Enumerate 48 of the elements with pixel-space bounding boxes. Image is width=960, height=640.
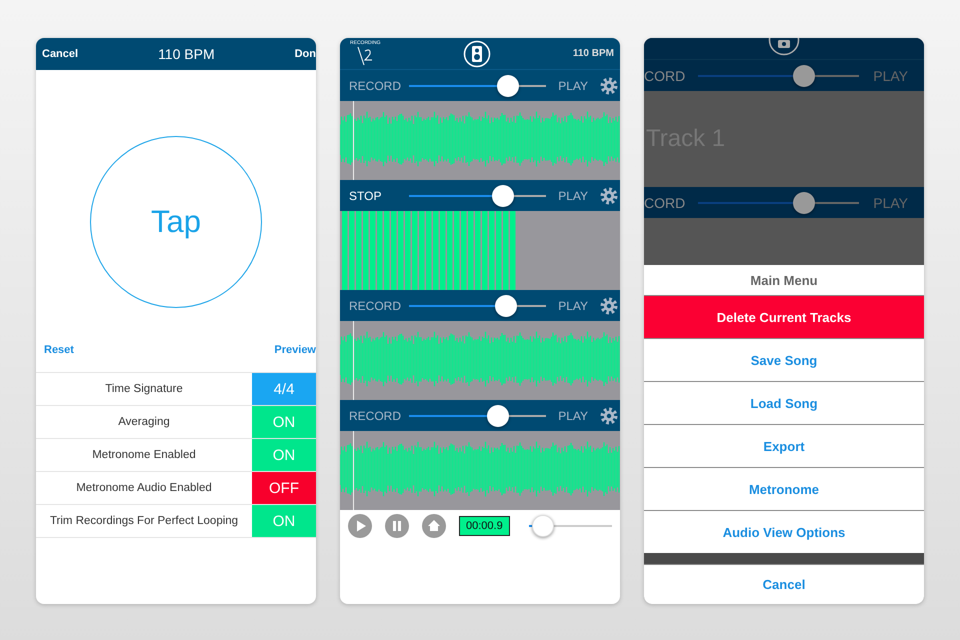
menu-item[interactable]: Load Song <box>644 382 924 424</box>
play-label: PLAY <box>558 298 588 312</box>
play-label: PLAY <box>873 68 908 84</box>
logo-icon <box>356 46 374 66</box>
setting-label: Trim Recordings For Perfect Looping <box>48 514 240 529</box>
volume-slider[interactable] <box>698 64 860 86</box>
cancel-button[interactable]: Cancel <box>644 565 924 604</box>
pause-icon[interactable] <box>385 514 409 538</box>
menu-item[interactable]: Metronome <box>644 468 924 510</box>
tempo-label: 110 BPM <box>572 48 614 59</box>
settings-icon[interactable] <box>600 186 618 204</box>
play-label: PLAY <box>558 188 588 202</box>
value-button[interactable]: 4/4 <box>252 373 316 405</box>
record-label: CORD <box>644 194 684 210</box>
reset-button[interactable]: Reset <box>44 344 74 356</box>
tap-button[interactable]: Tap <box>90 136 262 308</box>
play-label: PLAY <box>558 408 588 422</box>
settings-icon[interactable] <box>600 406 618 424</box>
setting-label: Averaging <box>117 415 171 430</box>
stop-button[interactable]: STOP <box>349 188 397 202</box>
home-icon[interactable] <box>422 514 446 538</box>
preview-button[interactable]: Preview <box>274 344 316 356</box>
settings-icon[interactable] <box>600 76 618 94</box>
volume-slider[interactable] <box>409 74 546 96</box>
cancel-button[interactable]: Cancel <box>42 48 78 60</box>
play-icon[interactable] <box>348 514 372 538</box>
setting-label: Metronome Enabled <box>91 448 197 463</box>
done-button[interactable]: Don <box>294 48 316 60</box>
menu-item[interactable]: Audio View Options <box>644 511 924 553</box>
time-display: 00:00.9 <box>459 516 510 536</box>
toggle-button[interactable]: OFF <box>252 472 316 504</box>
play-label: PLAY <box>873 194 908 210</box>
setting-label: Time Signature <box>104 382 184 397</box>
volume-slider[interactable] <box>698 192 860 214</box>
volume-slider[interactable] <box>409 294 546 316</box>
volume-slider[interactable] <box>409 404 546 426</box>
menu-title: Main Menu <box>644 265 924 295</box>
delete-button[interactable]: Delete Current Tracks <box>644 296 924 338</box>
record-label: CORD <box>644 68 684 84</box>
play-label: PLAY <box>558 78 588 92</box>
speaker-icon[interactable] <box>462 40 491 68</box>
menu-item[interactable]: Save Song <box>644 339 924 381</box>
volume-slider[interactable] <box>528 515 612 537</box>
menu-item[interactable]: Export <box>644 425 924 467</box>
setting-label: Metronome Audio Enabled <box>75 481 213 496</box>
volume-slider[interactable] <box>409 184 546 206</box>
settings-icon[interactable] <box>600 296 618 314</box>
screen-title: 110 BPM <box>158 46 215 62</box>
